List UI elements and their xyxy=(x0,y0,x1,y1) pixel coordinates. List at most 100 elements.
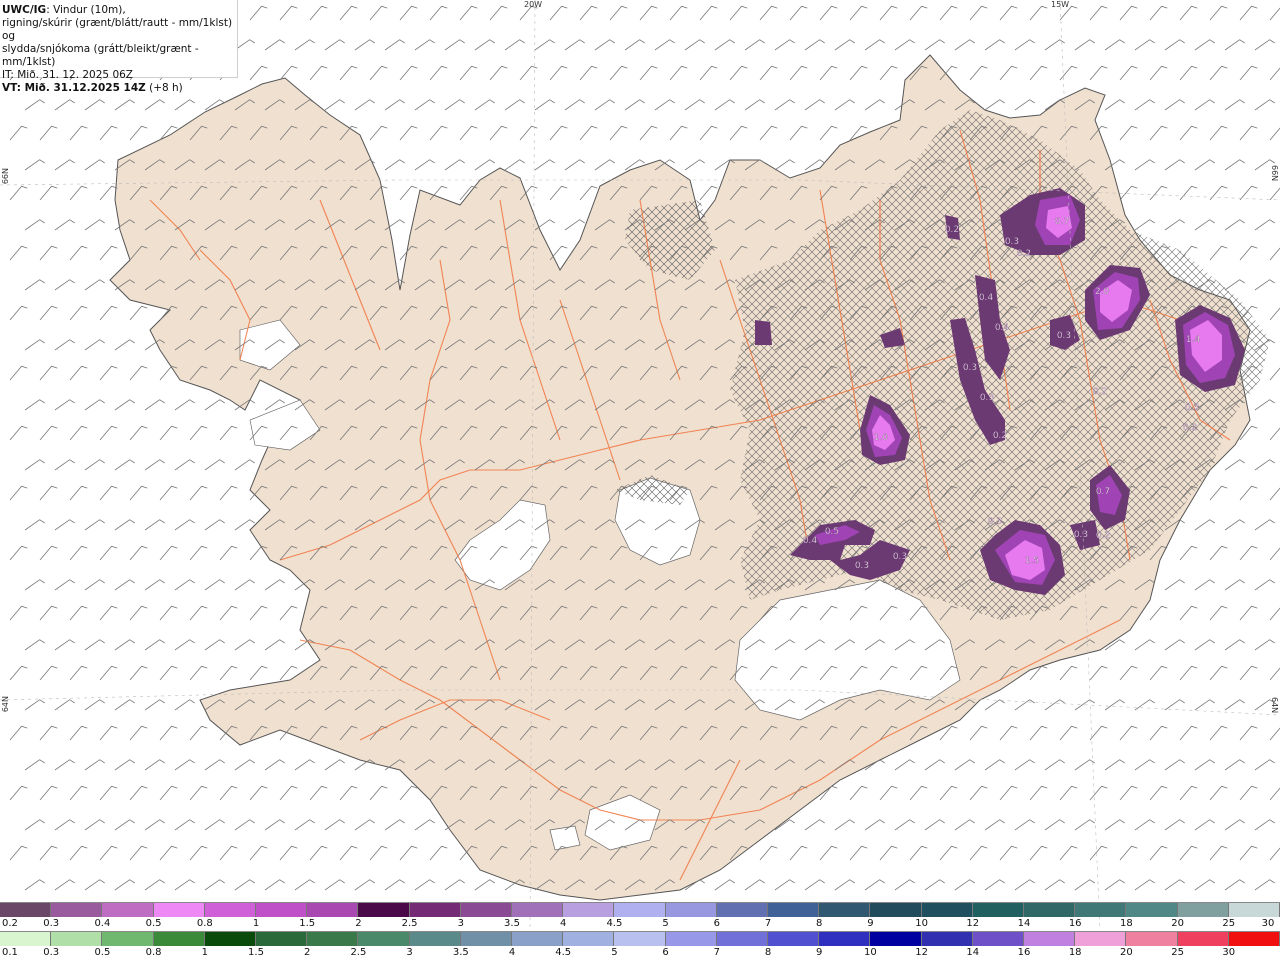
colorbar-tick-label: 0.5 xyxy=(145,918,162,929)
precip-value-label: 0.7 xyxy=(1096,487,1110,497)
color-swatch xyxy=(716,903,769,917)
precip-value-label: 0.7 xyxy=(1055,217,1069,227)
colorbar-tick-label: 0.2 xyxy=(2,918,18,929)
title-line-1: : Vindur (10m), xyxy=(46,4,126,16)
colorbar-tick-label: 1 xyxy=(201,947,208,958)
colorbar-tick-label: 1 xyxy=(252,918,260,929)
color-swatch xyxy=(921,903,973,917)
colorbar-tick-label: 25 xyxy=(1222,918,1236,929)
colorbar-tick-label: 0.3 xyxy=(43,918,60,929)
title-line-2: rigning/skúrir (grænt/blátt/rautt - mm/1… xyxy=(2,17,233,42)
color-swatch xyxy=(204,903,257,917)
colorbar-tick-label: 30 xyxy=(1222,947,1236,958)
valid-time: VT: Mið. 31.12.2025 14Z xyxy=(2,82,146,94)
colorbar-tick-label: 2.5 xyxy=(401,918,418,929)
colorbar-tick-label: 9 xyxy=(816,947,823,958)
colorbar-tick-label: 4.5 xyxy=(555,947,572,958)
colorbar-tick-label: 20 xyxy=(1171,918,1184,929)
precip-value-label: 0.4 xyxy=(995,323,1010,333)
precip-value-label: 0.2 xyxy=(945,225,959,235)
color-swatch xyxy=(1228,932,1280,946)
precip-value-label: 0.4 xyxy=(979,293,994,303)
colorbar-tick-label: 18 xyxy=(1120,918,1133,929)
precip-value-label: 0.2 xyxy=(1017,249,1031,259)
color-swatch xyxy=(1024,903,1076,917)
color-swatch xyxy=(102,932,154,946)
color-swatch xyxy=(1024,932,1076,946)
color-swatch xyxy=(1075,903,1127,917)
color-swatch xyxy=(512,932,564,946)
color-swatch xyxy=(256,903,308,917)
precip-value-label: 0.2 xyxy=(993,431,1007,441)
color-swatch xyxy=(460,932,513,946)
colorbar-tick-label: 6 xyxy=(713,918,720,929)
color-swatch xyxy=(51,903,103,917)
model-label: UWC/IG xyxy=(2,4,47,16)
color-swatch xyxy=(409,932,461,946)
color-swatch xyxy=(768,903,820,917)
color-swatch xyxy=(819,903,871,917)
init-time: IT: Mið. 31. 12. 2025 06Z xyxy=(2,69,133,81)
color-swatch xyxy=(972,903,1025,917)
precip-value-label: 0.3 xyxy=(1005,237,1019,247)
colorbar-tick-label: 3 xyxy=(406,947,413,958)
rain-colorbar xyxy=(0,931,1280,946)
color-swatch xyxy=(307,932,359,946)
color-swatch xyxy=(1126,903,1178,917)
colorbar-tick-label: 18 xyxy=(1068,947,1082,958)
colorbar-tick-label: 30 xyxy=(1261,918,1275,929)
color-swatch xyxy=(1228,903,1280,917)
color-swatch xyxy=(870,903,922,917)
precip-value-label: 0.4 xyxy=(803,536,818,546)
color-swatch xyxy=(716,932,769,946)
color-swatch xyxy=(1177,932,1229,946)
colorbar-tick-label: 9 xyxy=(867,918,874,929)
lon-label-20w: 20W xyxy=(524,0,543,9)
color-swatch xyxy=(358,903,410,917)
color-swatch xyxy=(563,903,615,917)
colorbar-tick-label: 3.5 xyxy=(452,947,469,958)
colorbar-tick-label: 10 xyxy=(915,918,928,929)
colorbar-tick-label: 0.4 xyxy=(94,918,111,929)
precip-value-label: 0.2 xyxy=(1183,423,1197,433)
precip-value-label: 1.5 xyxy=(1025,556,1039,566)
color-swatch xyxy=(0,903,52,917)
colorbar-tick-label: 10 xyxy=(864,947,877,958)
color-swatch xyxy=(563,932,615,946)
colorbar-tick-label: 4 xyxy=(508,947,516,958)
color-swatch xyxy=(870,932,922,946)
color-swatch xyxy=(665,932,717,946)
precip-value-label: 0.3 xyxy=(1074,530,1088,540)
color-swatch xyxy=(921,932,973,946)
lat-label-64n-right: 64N xyxy=(1270,697,1279,714)
precip-value-label: 0.5 xyxy=(825,527,839,537)
color-swatch xyxy=(102,903,154,917)
precip-value-label: 1.0 xyxy=(874,433,889,443)
colorbar-tick-label: 16 xyxy=(1017,947,1031,958)
color-swatch xyxy=(460,903,513,917)
color-swatch xyxy=(1177,903,1229,917)
lon-label-15w: 15W xyxy=(1051,0,1070,9)
colorbar-tick-label: 1.5 xyxy=(299,918,316,929)
colorbar-tick-label: 0.8 xyxy=(145,947,162,958)
color-swatch xyxy=(153,903,205,917)
colorbar-tick-label: 1.5 xyxy=(248,947,264,958)
color-swatch xyxy=(307,903,359,917)
colorbar-tick-label: 14 xyxy=(966,947,980,958)
colorbar-tick-label: 0.8 xyxy=(196,918,213,929)
color-swatch xyxy=(1126,932,1178,946)
precip-value-label: 0.3 xyxy=(1185,403,1199,413)
colorbar-tick-label: 5 xyxy=(662,918,669,929)
colorbar-tick-label: 14 xyxy=(1017,918,1031,929)
color-swatch xyxy=(51,932,103,946)
colorbar-tick-label: 20 xyxy=(1120,947,1133,958)
color-swatch xyxy=(819,932,871,946)
colorbar-tick-label: 0.1 xyxy=(2,947,18,958)
precip-value-label: 0.3 xyxy=(855,561,869,571)
colorbar-tick-label: 25 xyxy=(1171,947,1184,958)
precip-value-label: 0.3 xyxy=(988,517,1002,527)
color-swatch xyxy=(614,903,666,917)
colorbar-tick-label: 16 xyxy=(1068,918,1082,929)
colorbar-tick-label: 4.5 xyxy=(606,918,623,929)
weather-map: 0.20.30.20.72.00.40.40.3 1.40.30.20.30.30… xyxy=(0,0,1280,930)
